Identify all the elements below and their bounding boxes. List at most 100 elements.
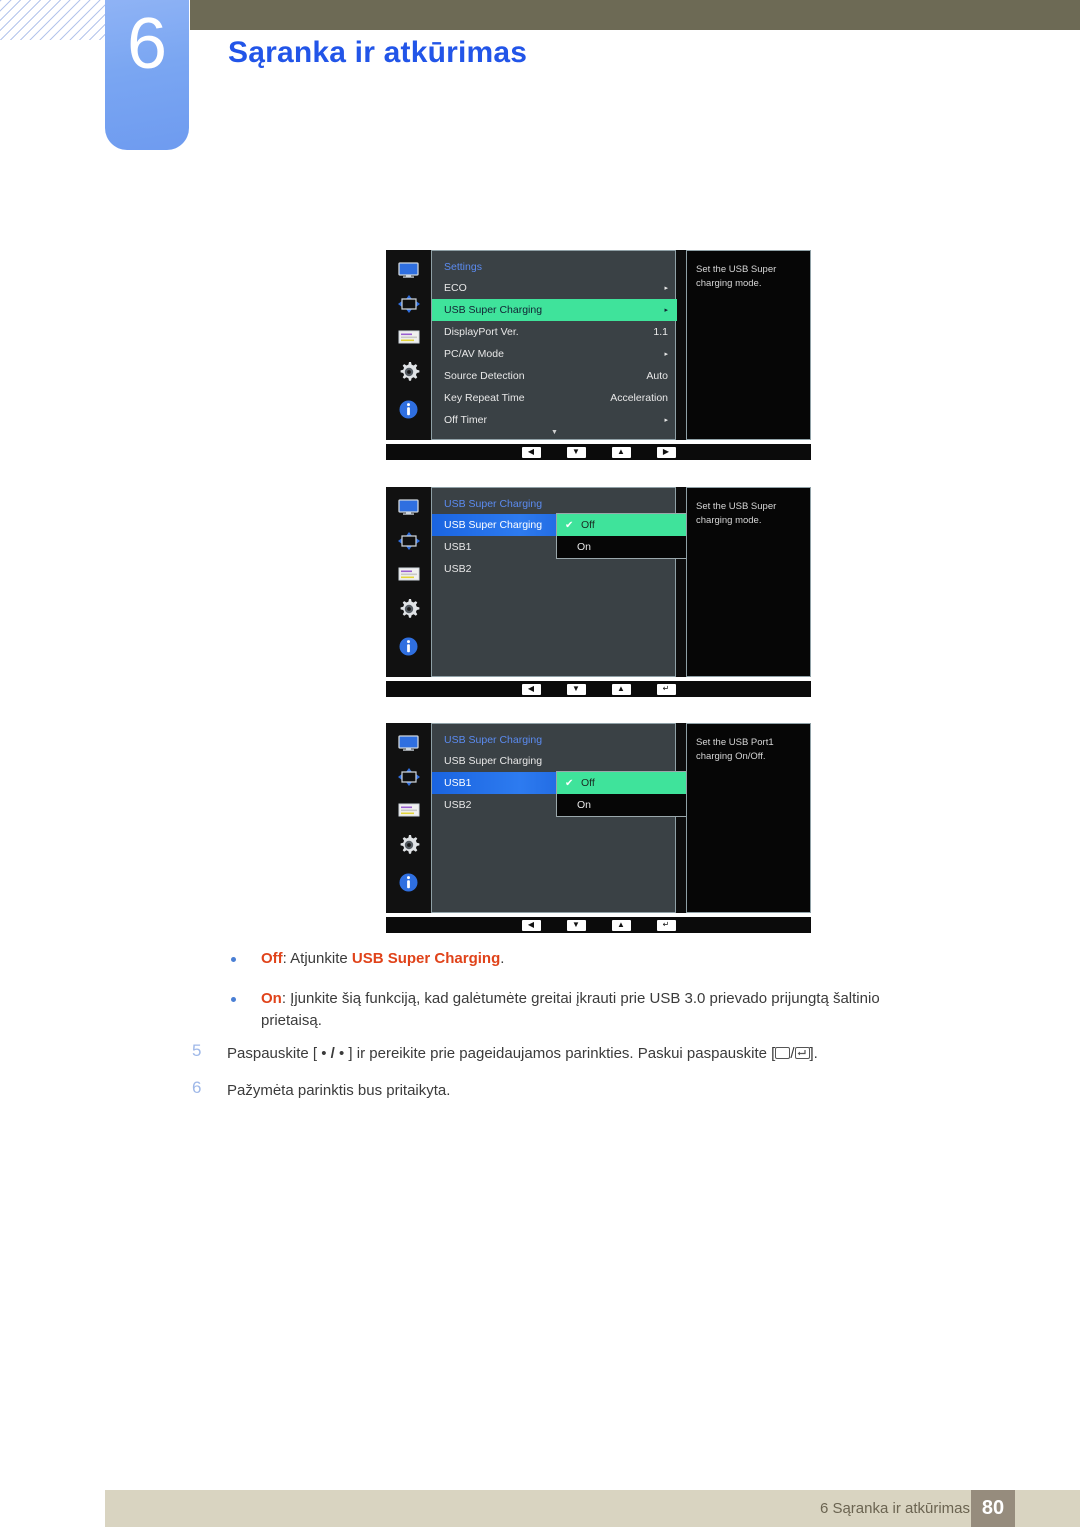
menu-item-value: Auto <box>646 370 668 382</box>
osd-sidebar <box>386 487 431 677</box>
dropdown-options: ✔ Off On <box>556 771 696 817</box>
footer-page-number: 80 <box>971 1490 1015 1527</box>
chevron-right-icon: ▸ <box>664 285 668 292</box>
menu-item-label: USB1 <box>444 777 472 789</box>
step5-slash: / <box>326 1045 339 1062</box>
menu-item-label: Off Timer <box>444 414 487 426</box>
bullet-marker <box>231 997 236 1002</box>
menu-item-pc-av-mode[interactable]: PC/AV Mode ▸ <box>432 343 677 365</box>
menu-item-label: Source Detection <box>444 370 525 382</box>
key-up-icon[interactable]: ▲ <box>611 446 631 458</box>
monitor-icon[interactable] <box>398 735 419 751</box>
osd-key-bar: ◀ ▼ ▲ ▶ <box>386 444 811 460</box>
menu-item-usb2[interactable]: USB2 <box>432 558 592 580</box>
key-left-icon[interactable]: ◀ <box>521 683 541 695</box>
step5-slash-2: / <box>790 1045 795 1062</box>
osd-help-text: Set the USB Super charging mode. <box>686 250 811 440</box>
osd-body: USB Super Charging USB Super Charging US… <box>386 723 811 913</box>
key-right-icon[interactable]: ▶ <box>656 446 676 458</box>
key-left-icon[interactable]: ◀ <box>521 446 541 458</box>
menu-item-label: PC/AV Mode <box>444 348 504 360</box>
arrows-icon[interactable] <box>397 295 420 313</box>
info-icon[interactable] <box>399 400 418 419</box>
arrows-icon[interactable] <box>397 532 420 550</box>
osd-body: USB Super Charging USB Super Charging US… <box>386 487 811 677</box>
enter-button-glyph-icon <box>794 1047 810 1059</box>
step-number-6: 6 <box>192 1078 202 1097</box>
osd-sidebar <box>386 250 431 440</box>
footer-chapter-label: 6 Sąranka ir atkūrimas <box>819 1500 970 1517</box>
dropdown-option-off[interactable]: ✔ Off <box>557 514 695 536</box>
key-up-icon[interactable]: ▲ <box>611 919 631 931</box>
bullet-on-keyword: On <box>261 990 282 1007</box>
chevron-right-icon: ▸ <box>664 417 668 424</box>
osd-key-bar: ◀ ▼ ▲ ↵ <box>386 917 811 933</box>
gear-icon[interactable] <box>398 598 420 620</box>
key-down-icon[interactable]: ▼ <box>566 919 586 931</box>
header-olive-bar <box>190 0 1080 30</box>
info-icon[interactable] <box>399 873 418 892</box>
chevron-right-icon: ▸ <box>664 307 668 314</box>
key-down-icon[interactable]: ▼ <box>566 683 586 695</box>
step5-part-a: Paspauskite [ <box>227 1045 322 1062</box>
gear-icon[interactable] <box>398 834 420 856</box>
monitor-icon[interactable] <box>398 262 419 278</box>
menu-item-label: USB Super Charging <box>444 304 543 316</box>
chapter-number-badge: 6 <box>105 0 189 150</box>
dropdown-option-on[interactable]: On <box>557 536 695 558</box>
bullet-item-off: Off: Atjunkite USB Super Charging. <box>261 948 961 971</box>
bullet-item-on: On: Įjunkite šią funkciją, kad galėtumėt… <box>261 988 1001 1011</box>
picture-icon[interactable] <box>398 567 420 581</box>
menu-item-label: DisplayPort Ver. <box>444 326 519 338</box>
scroll-down-indicator-icon[interactable]: ▼ <box>432 429 677 436</box>
menu-item-displayport-ver[interactable]: DisplayPort Ver. 1.1 <box>432 321 677 343</box>
menu-item-label: USB Super Charging <box>444 755 543 767</box>
menu-button-glyph-icon <box>775 1047 791 1059</box>
gear-icon[interactable] <box>398 361 420 383</box>
key-left-icon[interactable]: ◀ <box>521 919 541 931</box>
menu-item-off-timer[interactable]: Off Timer ▸ <box>432 409 677 431</box>
osd-screenshot-2: USB Super Charging USB Super Charging US… <box>386 487 811 697</box>
osd-menu-list: Settings ECO ▸ USB Super Charging ▸ Disp… <box>431 250 677 440</box>
menu-item-label: USB1 <box>444 541 472 553</box>
menu-item-label: USB2 <box>444 799 472 811</box>
step-6-text: Pažymėta parinktis bus pritaikyta. <box>227 1082 451 1099</box>
bullet-off-end: . <box>500 950 505 967</box>
bullet-off-keyword: Off <box>261 950 283 967</box>
menu-item-source-detection[interactable]: Source Detection Auto <box>432 365 677 387</box>
key-down-icon[interactable]: ▼ <box>566 446 586 458</box>
step-5-text: Paspauskite [ • / • ] ir pereikite prie … <box>227 1043 1007 1066</box>
osd-screenshot-1: Settings ECO ▸ USB Super Charging ▸ Disp… <box>386 250 811 460</box>
osd-key-bar: ◀ ▼ ▲ ↵ <box>386 681 811 697</box>
dropdown-option-label: Off <box>581 777 595 789</box>
decorative-hatch-pattern <box>0 0 120 40</box>
bullet-on-text2: prietaisą. <box>261 1012 322 1029</box>
menu-item-label: ECO <box>444 282 467 294</box>
monitor-icon[interactable] <box>398 499 419 515</box>
key-enter-icon[interactable]: ↵ <box>656 683 676 695</box>
osd-menu-title: Settings <box>444 261 482 273</box>
arrows-icon[interactable] <box>397 768 420 786</box>
menu-item-label: USB Super Charging <box>444 519 543 531</box>
menu-item-usb-super-charging[interactable]: USB Super Charging <box>432 750 592 772</box>
menu-item-label: USB2 <box>444 563 472 575</box>
menu-item-key-repeat-time[interactable]: Key Repeat Time Acceleration <box>432 387 677 409</box>
osd-menu-list: USB Super Charging USB Super Charging US… <box>431 723 676 913</box>
dropdown-options: ✔ Off On <box>556 513 696 559</box>
menu-item-value: 1.1 <box>653 326 668 338</box>
osd-menu-title: USB Super Charging <box>444 498 543 510</box>
menu-item-eco[interactable]: ECO ▸ <box>432 277 677 299</box>
picture-icon[interactable] <box>398 803 420 817</box>
osd-help-text: Set the USB Super charging mode. <box>686 487 811 677</box>
key-up-icon[interactable]: ▲ <box>611 683 631 695</box>
dropdown-option-off[interactable]: ✔ Off <box>557 772 695 794</box>
picture-icon[interactable] <box>398 330 420 344</box>
menu-item-usb-super-charging[interactable]: USB Super Charging ▸ <box>432 299 677 321</box>
bullet-marker <box>231 957 236 962</box>
key-enter-icon[interactable]: ↵ <box>656 919 676 931</box>
chapter-number: 6 <box>126 4 168 84</box>
osd-help-text: Set the USB Port1 charging On/Off. <box>686 723 811 913</box>
bullet-on-text: : Įjunkite šią funkciją, kad galėtumėte … <box>281 990 880 1007</box>
dropdown-option-on[interactable]: On <box>557 794 695 816</box>
info-icon[interactable] <box>399 637 418 656</box>
